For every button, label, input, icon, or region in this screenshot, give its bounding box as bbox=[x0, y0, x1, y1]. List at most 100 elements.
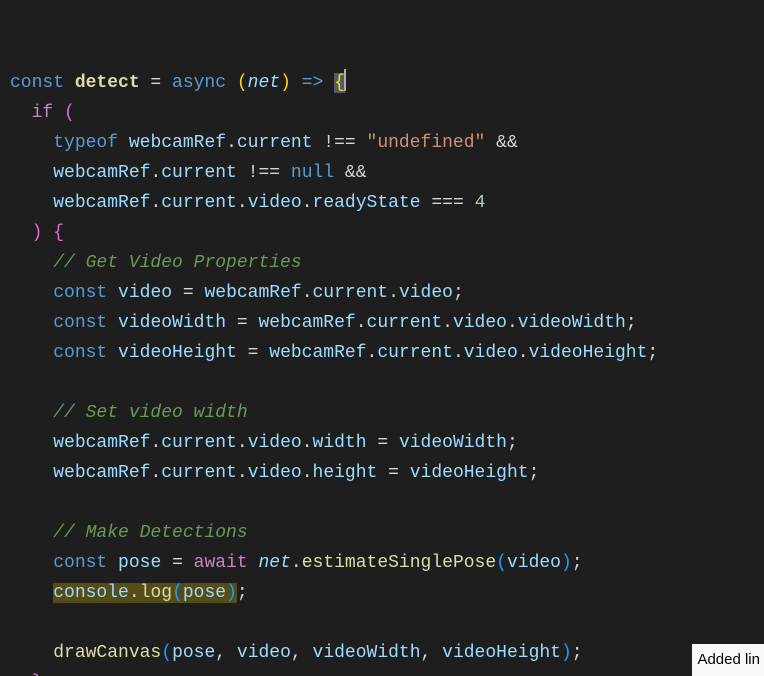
token-punct bbox=[53, 103, 64, 123]
token-punct: . bbox=[129, 583, 140, 603]
token-punct: ; bbox=[572, 643, 583, 663]
token-var: video bbox=[118, 283, 172, 303]
token-brace-b: ( bbox=[172, 583, 183, 603]
token-prop: video bbox=[464, 343, 518, 363]
token-punct: ; bbox=[453, 283, 464, 303]
token-punct: , bbox=[421, 643, 443, 663]
token-kw: null bbox=[291, 163, 334, 183]
code-line[interactable]: // Set video width bbox=[10, 398, 754, 428]
token-var: videoHeight bbox=[118, 343, 237, 363]
code-line[interactable]: // Make Detections bbox=[10, 518, 754, 548]
token-punct: . bbox=[150, 433, 161, 453]
token-punct bbox=[107, 283, 118, 303]
token-punct: ; bbox=[507, 433, 518, 453]
code-line[interactable]: webcamRef.current !== null && bbox=[10, 158, 754, 188]
token-punct: . bbox=[302, 463, 313, 483]
code-line[interactable]: const video = webcamRef.current.video; bbox=[10, 278, 754, 308]
code-line[interactable]: drawCanvas(pose, video, videoWidth, vide… bbox=[10, 638, 754, 668]
token-brace-b: ) bbox=[226, 583, 237, 603]
token-punct: . bbox=[518, 343, 529, 363]
code-line[interactable]: webcamRef.current.video.width = videoWid… bbox=[10, 428, 754, 458]
token-punct: . bbox=[291, 553, 302, 573]
token-prop: current bbox=[161, 433, 237, 453]
code-line[interactable]: ) { bbox=[10, 218, 754, 248]
token-var: video bbox=[507, 553, 561, 573]
token-var: webcamRef bbox=[269, 343, 366, 363]
text-cursor bbox=[344, 69, 346, 91]
code-line[interactable]: // Get Video Properties bbox=[10, 248, 754, 278]
token-punct: . bbox=[226, 133, 237, 153]
token-prop: video bbox=[248, 193, 302, 213]
token-str: "undefined" bbox=[367, 133, 486, 153]
code-editor[interactable]: const detect = async (net) => { if ( typ… bbox=[0, 0, 764, 676]
token-brace-b: ) bbox=[561, 553, 572, 573]
token-punct: = bbox=[237, 343, 269, 363]
token-prop: video bbox=[453, 313, 507, 333]
token-var: webcamRef bbox=[258, 313, 355, 333]
token-punct: = bbox=[172, 283, 204, 303]
token-punct: . bbox=[356, 313, 367, 333]
token-var: webcamRef bbox=[53, 463, 150, 483]
token-brace-y: ) bbox=[280, 73, 291, 93]
token-var: videoHeight bbox=[442, 643, 561, 663]
token-punct: . bbox=[302, 283, 313, 303]
token-prop: video bbox=[248, 433, 302, 453]
token-punct: . bbox=[388, 283, 399, 303]
code-line[interactable]: if ( bbox=[10, 98, 754, 128]
code-line[interactable] bbox=[10, 368, 754, 398]
token-var: webcamRef bbox=[204, 283, 301, 303]
token-fnname-bold: detect bbox=[75, 73, 140, 93]
token-punct bbox=[10, 493, 21, 513]
diff-badge: Added lin bbox=[692, 644, 764, 676]
token-punct: ; bbox=[529, 463, 540, 483]
token-brace-p: { bbox=[53, 223, 64, 243]
code-line[interactable]: } bbox=[10, 668, 754, 676]
code-line[interactable]: const videoWidth = webcamRef.current.vid… bbox=[10, 308, 754, 338]
token-punct: . bbox=[237, 433, 248, 453]
token-punct: = bbox=[140, 73, 172, 93]
token-prop: video bbox=[399, 283, 453, 303]
code-line[interactable]: const videoHeight = webcamRef.current.vi… bbox=[10, 338, 754, 368]
token-punct: . bbox=[237, 193, 248, 213]
token-punct: . bbox=[507, 313, 518, 333]
code-line[interactable]: webcamRef.current.video.height = videoHe… bbox=[10, 458, 754, 488]
token-prop: videoWidth bbox=[518, 313, 626, 333]
token-brace-p: ( bbox=[64, 103, 75, 123]
token-punct bbox=[107, 313, 118, 333]
token-brace-b: ( bbox=[496, 553, 507, 573]
token-kw: async bbox=[172, 73, 226, 93]
token-punct: = bbox=[367, 433, 399, 453]
token-fnname: estimateSinglePose bbox=[302, 553, 496, 573]
code-line[interactable]: console.log(pose); bbox=[10, 578, 754, 608]
token-brace-b: ) bbox=[561, 643, 572, 663]
token-punct: && bbox=[334, 163, 366, 183]
code-line[interactable]: const pose = await net.estimateSinglePos… bbox=[10, 548, 754, 578]
token-var: webcamRef bbox=[53, 163, 150, 183]
token-punct bbox=[10, 463, 53, 483]
token-punct: . bbox=[150, 163, 161, 183]
code-line[interactable]: const detect = async (net) => { bbox=[10, 68, 754, 98]
code-line[interactable]: typeof webcamRef.current !== "undefined"… bbox=[10, 128, 754, 158]
code-line[interactable] bbox=[10, 488, 754, 518]
token-punct bbox=[10, 193, 53, 213]
code-block: const detect = async (net) => { if ( typ… bbox=[10, 68, 754, 676]
token-punct bbox=[10, 553, 53, 573]
token-var: pose bbox=[172, 643, 215, 663]
token-ctrl: await bbox=[194, 553, 248, 573]
code-line[interactable] bbox=[10, 608, 754, 638]
token-var: webcamRef bbox=[53, 433, 150, 453]
token-var: videoWidth bbox=[118, 313, 226, 333]
token-prop: current bbox=[237, 133, 313, 153]
code-line[interactable]: webcamRef.current.video.readyState === 4 bbox=[10, 188, 754, 218]
token-punct bbox=[107, 343, 118, 363]
token-punct: . bbox=[150, 463, 161, 483]
token-prop: width bbox=[313, 433, 367, 453]
token-punct bbox=[226, 73, 237, 93]
token-prop: video bbox=[248, 463, 302, 483]
token-brace-p: ) bbox=[32, 223, 43, 243]
token-var: video bbox=[237, 643, 291, 663]
token-punct bbox=[10, 613, 21, 633]
token-var: pose bbox=[118, 553, 161, 573]
token-cmt: // Set video width bbox=[53, 403, 247, 423]
token-punct: ; bbox=[626, 313, 637, 333]
